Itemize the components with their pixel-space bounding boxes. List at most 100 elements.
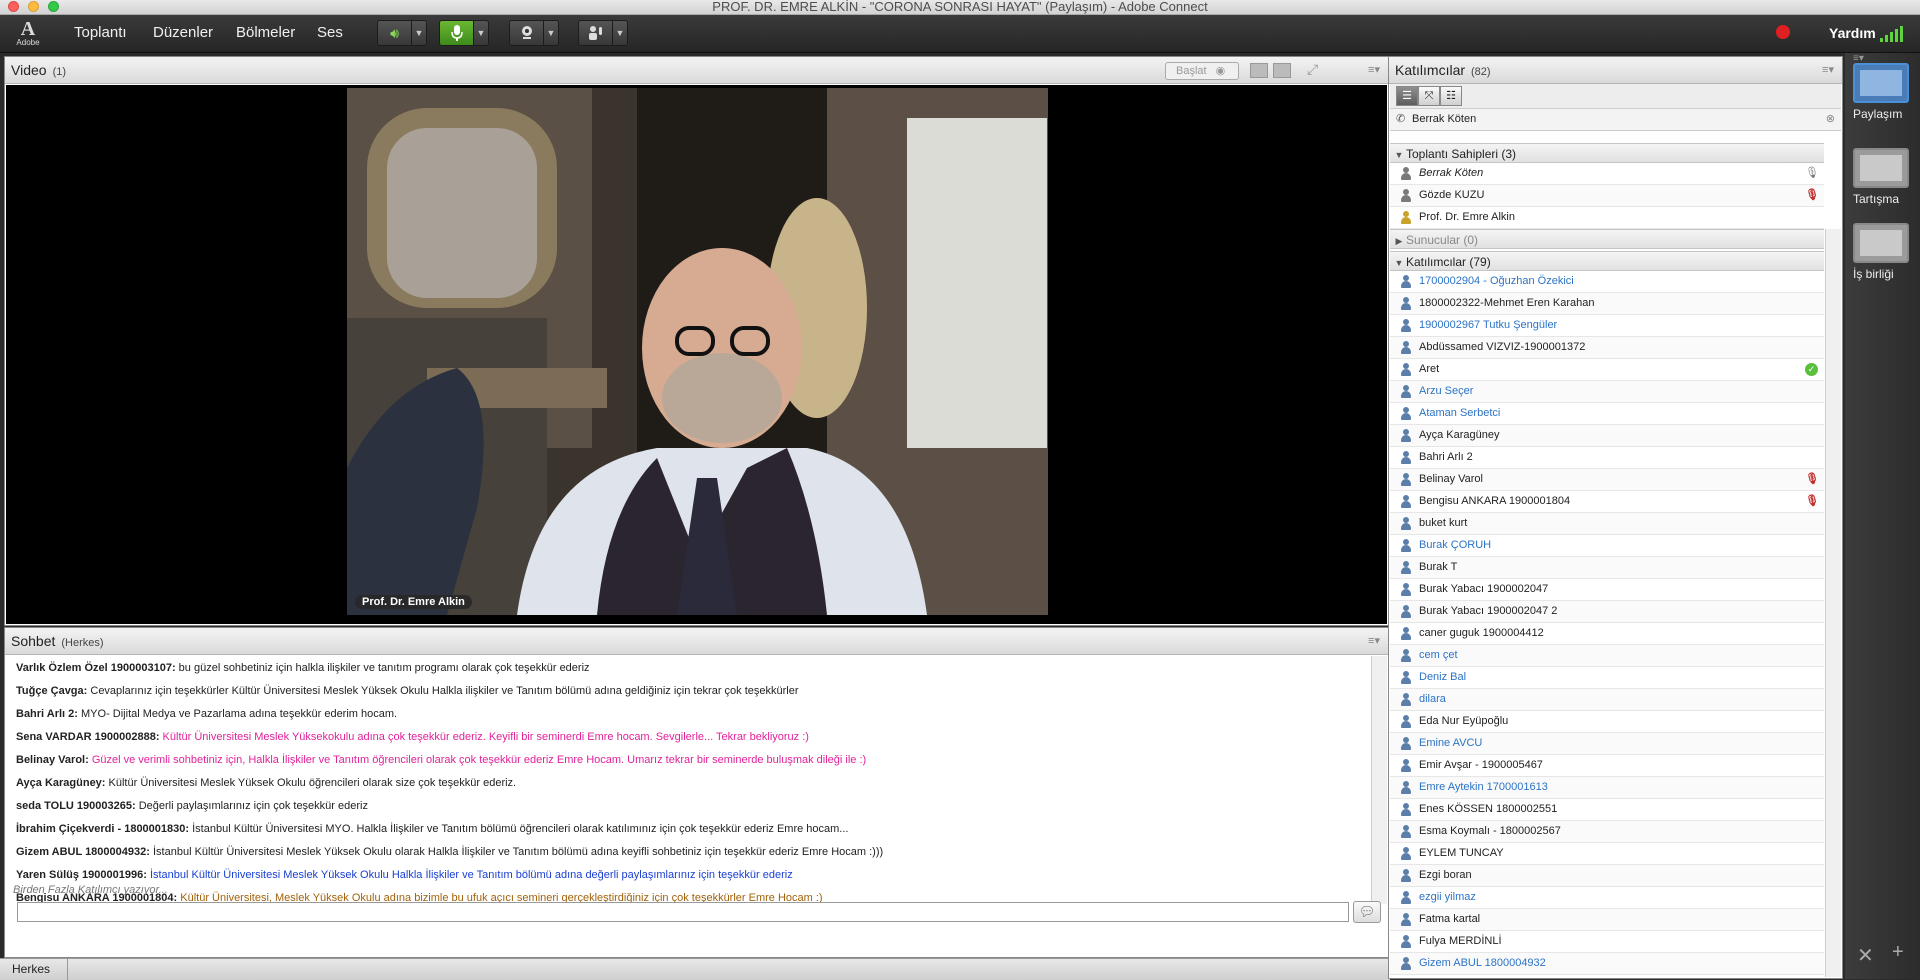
status-menu-arrow[interactable]: ▼ [612,20,628,46]
layout-sharing[interactable]: Paylaşım [1853,63,1915,121]
participant-user-icon [1400,363,1412,376]
attendee-row[interactable]: buket kurt [1390,513,1824,535]
attendee-row[interactable]: Esma Koymalı - 1800002567 [1390,821,1824,843]
attendee-row[interactable]: Burak ÇORUH [1390,535,1824,557]
window-title: PROF. DR. EMRE ALKİN - "CORONA SONRASI H… [712,0,1208,14]
participant-user-icon [1400,385,1412,398]
speaker-menu-arrow[interactable]: ▼ [411,20,427,46]
attendee-row[interactable]: Fatma kartal [1390,909,1824,931]
speaker-button[interactable]: 🔊︎ [377,20,412,46]
attendee-row[interactable]: Gözde KUZU 🎙︎ [1390,185,1824,207]
group-hosts[interactable]: ▼ Toplantı Sahipleri (3) [1390,143,1824,163]
pod-menu-icon[interactable]: ≡▾ [1822,63,1834,76]
attendee-row[interactable]: Enes KÖSSEN 1800002551 [1390,799,1824,821]
add-layout-icon[interactable]: + [1892,941,1904,964]
filmstrip-layout-icon[interactable] [1273,63,1291,78]
layout-collaboration[interactable]: İş birliği [1853,223,1915,281]
send-message-button[interactable]: 💬︎ [1353,901,1381,923]
attendee-row[interactable]: Belinay Varol 🎙︎ [1390,469,1824,491]
attendee-name: Berrak Köten [1419,167,1484,179]
participant-user-icon [1400,627,1412,640]
attendee-row[interactable]: Eda Nur Eyüpoğlu [1390,711,1824,733]
help-menu[interactable]: Yardım [1829,25,1876,41]
fullscreen-icon[interactable]: ⤢ [1307,62,1325,78]
attendee-row[interactable]: Emine AVCU [1390,733,1824,755]
group-presenters[interactable]: ▶ Sunucular (0) [1390,229,1824,249]
attendee-row[interactable]: Berrak Köten 🎙︎ [1390,163,1824,185]
chat-message-input[interactable] [17,902,1349,922]
attendee-row[interactable]: Emre Aytekin 1700001613 [1390,777,1824,799]
attendee-row[interactable]: Burak T [1390,557,1824,579]
attendee-row[interactable]: Gizem ABUL 1800004932 [1390,953,1824,975]
attendee-row[interactable]: cem çet [1390,645,1824,667]
speaker-video-feed[interactable]: Prof. Dr. Emre Alkin [347,88,1048,615]
microphone-menu-arrow[interactable]: ▼ [473,20,489,46]
menu-audio[interactable]: Ses [317,24,343,41]
agree-status-icon: ✓ [1805,363,1818,376]
clear-status-icon[interactable]: ⊗ [1826,109,1835,130]
list-view-icon[interactable]: ☰ [1396,86,1418,106]
start-webcam-button[interactable]: Başlat ◉ [1165,62,1239,80]
attendee-name: Belinay Varol [1419,473,1483,485]
attendee-row[interactable]: Arzu Seçer [1390,381,1824,403]
tools-icon[interactable]: ✕ [1857,943,1874,968]
attendee-row[interactable]: Ataman Serbetci [1390,403,1824,425]
webcam-icon [521,26,532,39]
webcam-button[interactable] [509,20,544,46]
attendee-row[interactable]: EYLEM TUNCAY [1390,843,1824,865]
chat-text: İstanbul Kültür Üniversitesi Meslek Yüks… [152,846,884,858]
attendee-row[interactable]: Deniz Bal [1390,667,1824,689]
chat-audience-tab[interactable]: Herkes [0,959,68,980]
attendee-name: Emine AVCU [1419,737,1483,749]
menu-meeting[interactable]: Toplantı [74,24,127,41]
attendee-name: caner guguk 1900004412 [1419,627,1544,639]
status-button[interactable] [578,20,613,46]
webcam-menu-arrow[interactable]: ▼ [543,20,559,46]
breakout-view-icon[interactable]: ⤧ [1418,86,1440,106]
attendee-name: 1700002904 - Oğuzhan Özekici [1419,275,1574,287]
participant-user-icon [1400,935,1412,948]
attendee-row[interactable]: Burak Yabacı 1900002047 2 [1390,601,1824,623]
attendee-scrollbar[interactable] [1825,229,1841,977]
attendee-name: Emre Aytekin 1700001613 [1419,781,1548,793]
attendee-row[interactable]: Aret ✓ [1390,359,1824,381]
status-view-icon[interactable]: ☷ [1440,86,1462,106]
participant-user-icon [1400,847,1412,860]
attendee-row[interactable]: dilara [1390,689,1824,711]
participant-user-icon [1400,649,1412,662]
attendee-row[interactable]: 1800002322-Mehmet Eren Karahan [1390,293,1824,315]
microphone-button[interactable] [439,20,474,46]
attendee-row[interactable]: Burak Yabacı 1900002047 [1390,579,1824,601]
layout-sharing-thumbnail [1853,63,1909,103]
pod-menu-icon[interactable]: ≡▾ [1368,634,1380,647]
attendee-name: dilara [1419,693,1446,705]
attendee-row[interactable]: ezgii yilmaz [1390,887,1824,909]
chat-text: Cevaplarınız için teşekkürler Kültür Üni… [90,685,799,697]
attendee-row[interactable]: Abdüssamed VIZVIZ-1900001372 [1390,337,1824,359]
attendee-row[interactable]: Bahri Arlı 2 [1390,447,1824,469]
attendee-row[interactable]: Fulya MERDİNLİ [1390,931,1824,953]
attendee-row[interactable]: caner guguk 1900004412 [1390,623,1824,645]
microphone-muted-icon: 🎙︎ [1805,473,1819,485]
grid-layout-icon[interactable] [1250,63,1268,78]
attendee-row[interactable]: Bengisu ANKARA 1900001804 🎙︎ [1390,491,1824,513]
attendee-row[interactable]: 1900002967 Tutku Şengüler [1390,315,1824,337]
attendee-name: Burak T [1419,561,1458,573]
attendee-name: Fatma kartal [1419,913,1481,925]
chat-scrollbar[interactable] [1371,656,1387,904]
participant-user-icon [1400,297,1412,310]
attendee-row[interactable]: Ayça Karagüney [1390,425,1824,447]
attendee-row[interactable]: Emir Avşar - 1900005467 [1390,755,1824,777]
participant-user-icon [1400,693,1412,706]
attendee-row[interactable]: Ezgi boran [1390,865,1824,887]
menu-pods[interactable]: Bölmeler [236,24,295,41]
menu-layouts[interactable]: Düzenler [153,24,213,41]
current-user-row[interactable]: ✆ Berrak Köten ⊗ [1390,109,1841,131]
attendee-row[interactable]: Prof. Dr. Emre Alkin [1390,207,1824,229]
pod-menu-icon[interactable]: ≡▾ [1368,63,1380,76]
chat-sender: Gizem ABUL 1800004932: [16,846,150,858]
attendee-row[interactable]: 1700002904 - Oğuzhan Özekici [1390,271,1824,293]
group-participants[interactable]: ▼ Katılımcılar (79) [1390,251,1824,271]
record-indicator-icon[interactable] [1776,25,1790,39]
layout-discussion[interactable]: Tartışma [1853,148,1915,206]
